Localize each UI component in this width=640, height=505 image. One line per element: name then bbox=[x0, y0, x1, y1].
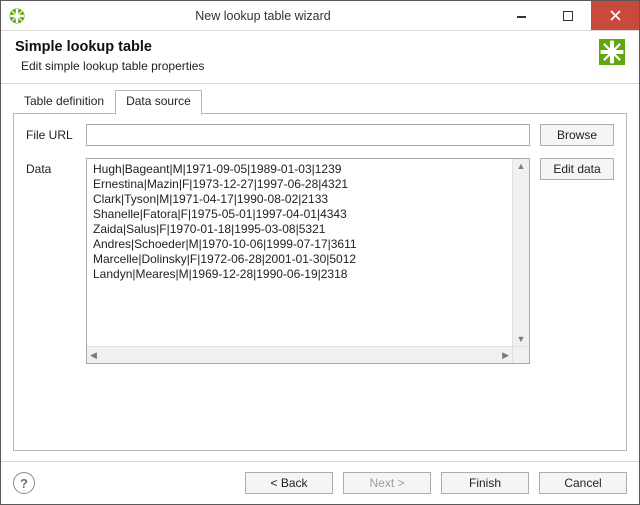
help-icon[interactable]: ? bbox=[13, 472, 35, 494]
wizard-header: Simple lookup table Edit simple lookup t… bbox=[1, 31, 639, 84]
tab-panel-data-source: File URL Browse Data Hugh|Bageant|M|1971… bbox=[13, 114, 627, 451]
brand-icon bbox=[599, 39, 625, 65]
close-button[interactable] bbox=[591, 1, 639, 30]
title-bar: New lookup table wizard bbox=[1, 1, 639, 31]
browse-button[interactable]: Browse bbox=[540, 124, 614, 146]
window-title: New lookup table wizard bbox=[27, 9, 499, 23]
scrollbar-corner bbox=[512, 346, 529, 363]
scroll-up-icon: ▲ bbox=[514, 159, 529, 173]
edit-data-button[interactable]: Edit data bbox=[540, 158, 614, 180]
file-url-row: File URL Browse bbox=[26, 124, 614, 146]
cancel-button[interactable]: Cancel bbox=[539, 472, 627, 494]
app-icon bbox=[7, 6, 27, 26]
maximize-button[interactable] bbox=[545, 1, 591, 30]
window: New lookup table wizard Simple lookup ta… bbox=[0, 0, 640, 505]
window-buttons bbox=[499, 1, 639, 30]
data-textarea-wrap: Hugh|Bageant|M|1971-09-05|1989-01-03|123… bbox=[86, 158, 530, 364]
minimize-button[interactable] bbox=[499, 1, 545, 30]
scroll-down-icon: ▼ bbox=[514, 332, 529, 346]
tab-bar: Table definition Data source bbox=[13, 90, 627, 114]
scroll-left-icon: ◀ bbox=[87, 348, 100, 363]
page-subtitle: Edit simple lookup table properties bbox=[15, 59, 591, 73]
tab-table-definition[interactable]: Table definition bbox=[13, 90, 115, 114]
data-textarea[interactable]: Hugh|Bageant|M|1971-09-05|1989-01-03|123… bbox=[87, 159, 512, 346]
scrollbar-vertical[interactable]: ▲▼ bbox=[512, 159, 529, 346]
data-label: Data bbox=[26, 158, 76, 176]
tab-data-source[interactable]: Data source bbox=[115, 90, 202, 115]
next-button[interactable]: Next > bbox=[343, 472, 431, 494]
file-url-label: File URL bbox=[26, 124, 76, 142]
file-url-input[interactable] bbox=[86, 124, 530, 146]
wizard-content: Table definition Data source File URL Br… bbox=[1, 84, 639, 461]
back-button[interactable]: < Back bbox=[245, 472, 333, 494]
scrollbar-horizontal[interactable]: ◀▶ bbox=[87, 346, 512, 363]
page-title: Simple lookup table bbox=[15, 39, 591, 55]
wizard-footer: ? < Back Next > Finish Cancel bbox=[1, 461, 639, 504]
data-row: Data Hugh|Bageant|M|1971-09-05|1989-01-0… bbox=[26, 158, 614, 438]
finish-button[interactable]: Finish bbox=[441, 472, 529, 494]
scroll-right-icon: ▶ bbox=[499, 348, 512, 363]
